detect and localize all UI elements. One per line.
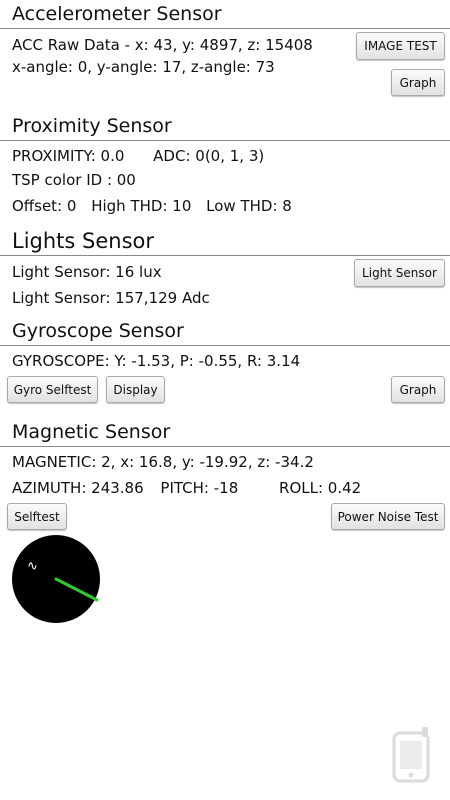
magnetic-section-title: Magnetic Sensor	[12, 421, 171, 443]
lights-divider	[0, 255, 450, 256]
accelerometer-section-title: Accelerometer Sensor	[12, 3, 222, 25]
magnetic-orientation-row: AZIMUTH: 243.86 PITCH: -18 ROLL: 0.42	[12, 479, 361, 497]
magnetic-values: MAGNETIC: 2, x: 16.8, y: -19.92, z: -34.…	[12, 453, 314, 471]
gyroscope-values: GYROSCOPE: Y: -1.53, P: -0.55, R: 3.14	[12, 352, 301, 370]
acc-graph-button[interactable]: Graph	[391, 69, 445, 96]
proximity-thresholds-row: Offset: 0 High THD: 10 Low THD: 8	[12, 197, 292, 215]
gyroscope-divider	[0, 345, 450, 346]
image-test-button[interactable]: IMAGE TEST	[356, 32, 445, 60]
magnetic-selftest-button[interactable]: Selftest	[7, 503, 67, 530]
proximity-adc-value: ADC: 0(0, 1, 3)	[153, 147, 265, 165]
tsp-color-id: TSP color ID : 00	[12, 171, 136, 189]
azimuth-value: AZIMUTH: 243.86	[12, 479, 144, 497]
lights-section-title: Lights Sensor	[12, 229, 155, 253]
accelerometer-divider	[0, 28, 450, 29]
power-noise-test-button[interactable]: Power Noise Test	[331, 503, 445, 530]
gyro-display-button[interactable]: Display	[106, 376, 165, 403]
compass-dial: ∿	[12, 535, 100, 623]
proximity-value: PROXIMITY: 0.0	[12, 147, 125, 165]
acc-angles: x-angle: 0, y-angle: 17, z-angle: 73	[12, 58, 275, 76]
proximity-section-title: Proximity Sensor	[12, 115, 172, 137]
compass-marker-icon: ∿	[27, 559, 38, 574]
proximity-adc-row: PROXIMITY: 0.0 ADC: 0(0, 1, 3)	[12, 147, 264, 165]
light-sensor-adc: Light Sensor: 157,129 Adc	[12, 289, 210, 307]
acc-raw-data: ACC Raw Data - x: 43, y: 4897, z: 15408	[12, 36, 313, 54]
gyroscope-section-title: Gyroscope Sensor	[12, 320, 184, 342]
proximity-divider	[0, 140, 450, 141]
light-sensor-lux: Light Sensor: 16 lux	[12, 263, 162, 281]
proximity-low-thd: Low THD: 8	[206, 197, 292, 215]
proximity-high-thd: High THD: 10	[91, 197, 192, 215]
gyro-graph-button[interactable]: Graph	[391, 376, 445, 403]
gyro-selftest-button[interactable]: Gyro Selftest	[7, 376, 98, 403]
roll-value: ROLL: 0.42	[279, 479, 362, 497]
magnetic-divider	[0, 446, 450, 447]
proximity-offset: Offset: 0	[12, 197, 77, 215]
light-sensor-button[interactable]: Light Sensor	[354, 259, 445, 287]
phone-logo-icon	[392, 727, 430, 783]
pitch-value: PITCH: -18	[160, 479, 239, 497]
